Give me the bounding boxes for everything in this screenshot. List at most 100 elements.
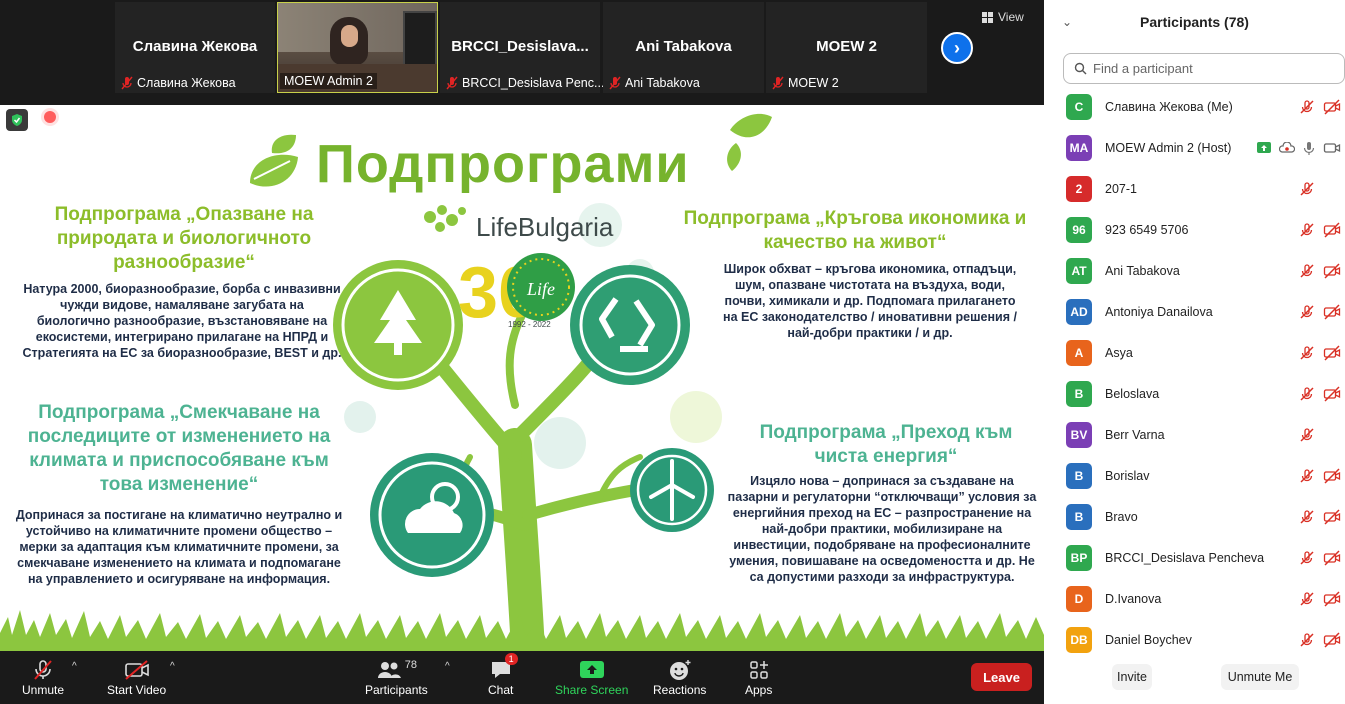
avatar: A (1066, 339, 1092, 366)
tile-name: Ani Tabakova (635, 38, 732, 55)
participant-status-icons (1299, 181, 1341, 197)
view-label: View (998, 10, 1024, 24)
apps-button[interactable]: Apps (745, 657, 772, 697)
search-icon (1074, 62, 1087, 75)
apps-label: Apps (745, 683, 773, 697)
participant-row[interactable]: B Beloslava (1044, 373, 1345, 414)
participant-row[interactable]: 96 923 6549 5706 (1044, 209, 1345, 250)
reactions-button[interactable]: Reactions (653, 657, 706, 697)
participant-row[interactable]: MA MOEW Admin 2 (Host) (1044, 127, 1345, 168)
video-options-caret[interactable]: ^ (170, 661, 175, 672)
participant-status-icons (1299, 549, 1341, 566)
circular-economy-circle (570, 265, 690, 385)
video-off-icon (1323, 385, 1341, 402)
view-button[interactable]: View (982, 10, 1024, 24)
video-tile-3[interactable]: Ani Tabakova Ani Tabakova (603, 2, 764, 93)
participant-row[interactable]: BV Berr Varna (1044, 414, 1345, 455)
participant-status-icons (1299, 467, 1341, 484)
security-shield-icon[interactable] (6, 109, 28, 131)
audio-options-caret[interactable]: ^ (72, 661, 77, 672)
participant-status-icons (1299, 508, 1341, 525)
participant-name: D.Ivanova (1105, 591, 1162, 606)
participants-button[interactable]: 78 Participants (365, 657, 428, 697)
tile-label: BRCCI_Desislava Penc... (446, 76, 604, 90)
participant-row[interactable]: С Славина Жекова (Me) (1044, 86, 1345, 127)
participant-row[interactable]: AT Ani Tabakova (1044, 250, 1345, 291)
video-strip: Славина Жекова Славина Жекова MOEW Admin… (0, 0, 1044, 105)
participant-name: BRCCI_Desislava Pencheva (1105, 550, 1265, 565)
invite-button[interactable]: Invite (1112, 664, 1152, 690)
deco-circle (534, 417, 586, 469)
participant-status-icons (1299, 385, 1341, 402)
mic-muted-icon (1300, 632, 1314, 647)
participant-row[interactable]: DB Daniel Boychev (1044, 619, 1345, 660)
tile-label-text: Ani Tabakova (625, 76, 700, 90)
participants-label: Participants (365, 683, 428, 697)
mic-muted-icon (1300, 386, 1314, 401)
share-screen-button[interactable]: Share Screen (555, 657, 628, 697)
participant-row[interactable]: D D.Ivanova (1044, 578, 1345, 619)
video-tile-4[interactable]: MOEW 2 MOEW 2 (766, 2, 927, 93)
next-page-button[interactable]: › (941, 32, 973, 64)
meeting-toolbar: Unmute ^ Start Video ^ 78 Participants ^… (0, 651, 1044, 704)
tile-name: MOEW 2 (816, 38, 877, 55)
block4-body: Изцяло нова – допринася за създаване на … (727, 474, 1037, 584)
start-video-label: Start Video (107, 683, 167, 697)
block2-heading: Подпрограма „Смекчаване на последиците о… (27, 402, 331, 495)
video-tile-1[interactable]: MOEW Admin 2 (277, 2, 438, 93)
participant-row[interactable]: A Asya (1044, 332, 1345, 373)
video-off-icon (1323, 508, 1341, 525)
mic-muted-icon (1300, 550, 1314, 565)
start-video-button[interactable]: Start Video (107, 657, 166, 697)
unmute-me-button[interactable]: Unmute Me (1221, 664, 1299, 690)
video-tile-0[interactable]: Славина Жекова Славина Жекова (115, 2, 275, 93)
participant-row[interactable]: B Bravo (1044, 496, 1345, 537)
participant-status-icons (1299, 98, 1341, 115)
leaf-icon (727, 113, 772, 171)
video-off-icon (1323, 221, 1341, 238)
reactions-label: Reactions (653, 683, 707, 697)
video-off-icon (1323, 631, 1341, 648)
avatar: B (1066, 503, 1092, 530)
participant-name: Daniel Boychev (1105, 632, 1192, 647)
participants-panel: ⌄ Participants (78) Find a participant С… (1044, 0, 1345, 704)
participant-list: С Славина Жекова (Me) MA MOEW Admin 2 (Host… (1044, 86, 1345, 660)
slide-title: Подпрограми (316, 134, 690, 194)
participant-name: Borislav (1105, 468, 1150, 483)
life-badge-text: Life (526, 279, 555, 299)
avatar: AT (1066, 257, 1092, 284)
avatar: С (1066, 93, 1092, 120)
tile-label-text: MOEW 2 (788, 76, 839, 90)
block3-heading: Подпрограма „Кръгова икономика и качеств… (683, 208, 1027, 253)
participant-row[interactable]: 2 207-1 (1044, 168, 1345, 209)
participant-search-input[interactable]: Find a participant (1063, 53, 1345, 84)
participant-row[interactable]: B Borislav (1044, 455, 1345, 496)
mic-muted-icon (1300, 468, 1314, 483)
video-off-icon (1323, 344, 1341, 361)
avatar: 96 (1066, 216, 1092, 243)
unmute-button[interactable]: Unmute (22, 657, 64, 697)
participant-row[interactable]: AD Antoniya Danailova (1044, 291, 1345, 332)
grid-icon (982, 11, 993, 23)
tile-label: MOEW 2 (772, 76, 839, 90)
participants-options-caret[interactable]: ^ (445, 661, 450, 672)
recording-indicator-icon (44, 111, 56, 123)
block1-heading: Подпрограма „Опазване на природата и био… (54, 204, 314, 273)
participant-status-icons (1299, 344, 1341, 361)
mic-muted-icon (772, 76, 784, 90)
tile-label: Ani Tabakova (609, 76, 700, 90)
block3-body: Широк обхват – кръгова икономика, отпадъ… (723, 262, 1017, 340)
leave-button[interactable]: Leave (971, 663, 1032, 691)
chat-button[interactable]: 1 Chat (488, 653, 518, 697)
video-tile-2[interactable]: BRCCI_Desislava... BRCCI_Desislava Penc.… (440, 2, 604, 93)
mic-muted-icon (1300, 99, 1314, 114)
mic-muted-icon (1300, 345, 1314, 360)
participant-row[interactable]: BP BRCCI_Desislava Pencheva (1044, 537, 1345, 578)
avatar: D (1066, 585, 1092, 612)
anniversary-years: 1992 - 2022 (508, 320, 551, 329)
block4-heading: Подпрограма „Преход към чиста енергия“ (759, 422, 1013, 467)
mic-muted-icon (609, 76, 621, 90)
tile-label-text: MOEW Admin 2 (284, 74, 373, 88)
video-off-icon (1323, 303, 1341, 320)
participant-name: Berr Varna (1105, 427, 1165, 442)
